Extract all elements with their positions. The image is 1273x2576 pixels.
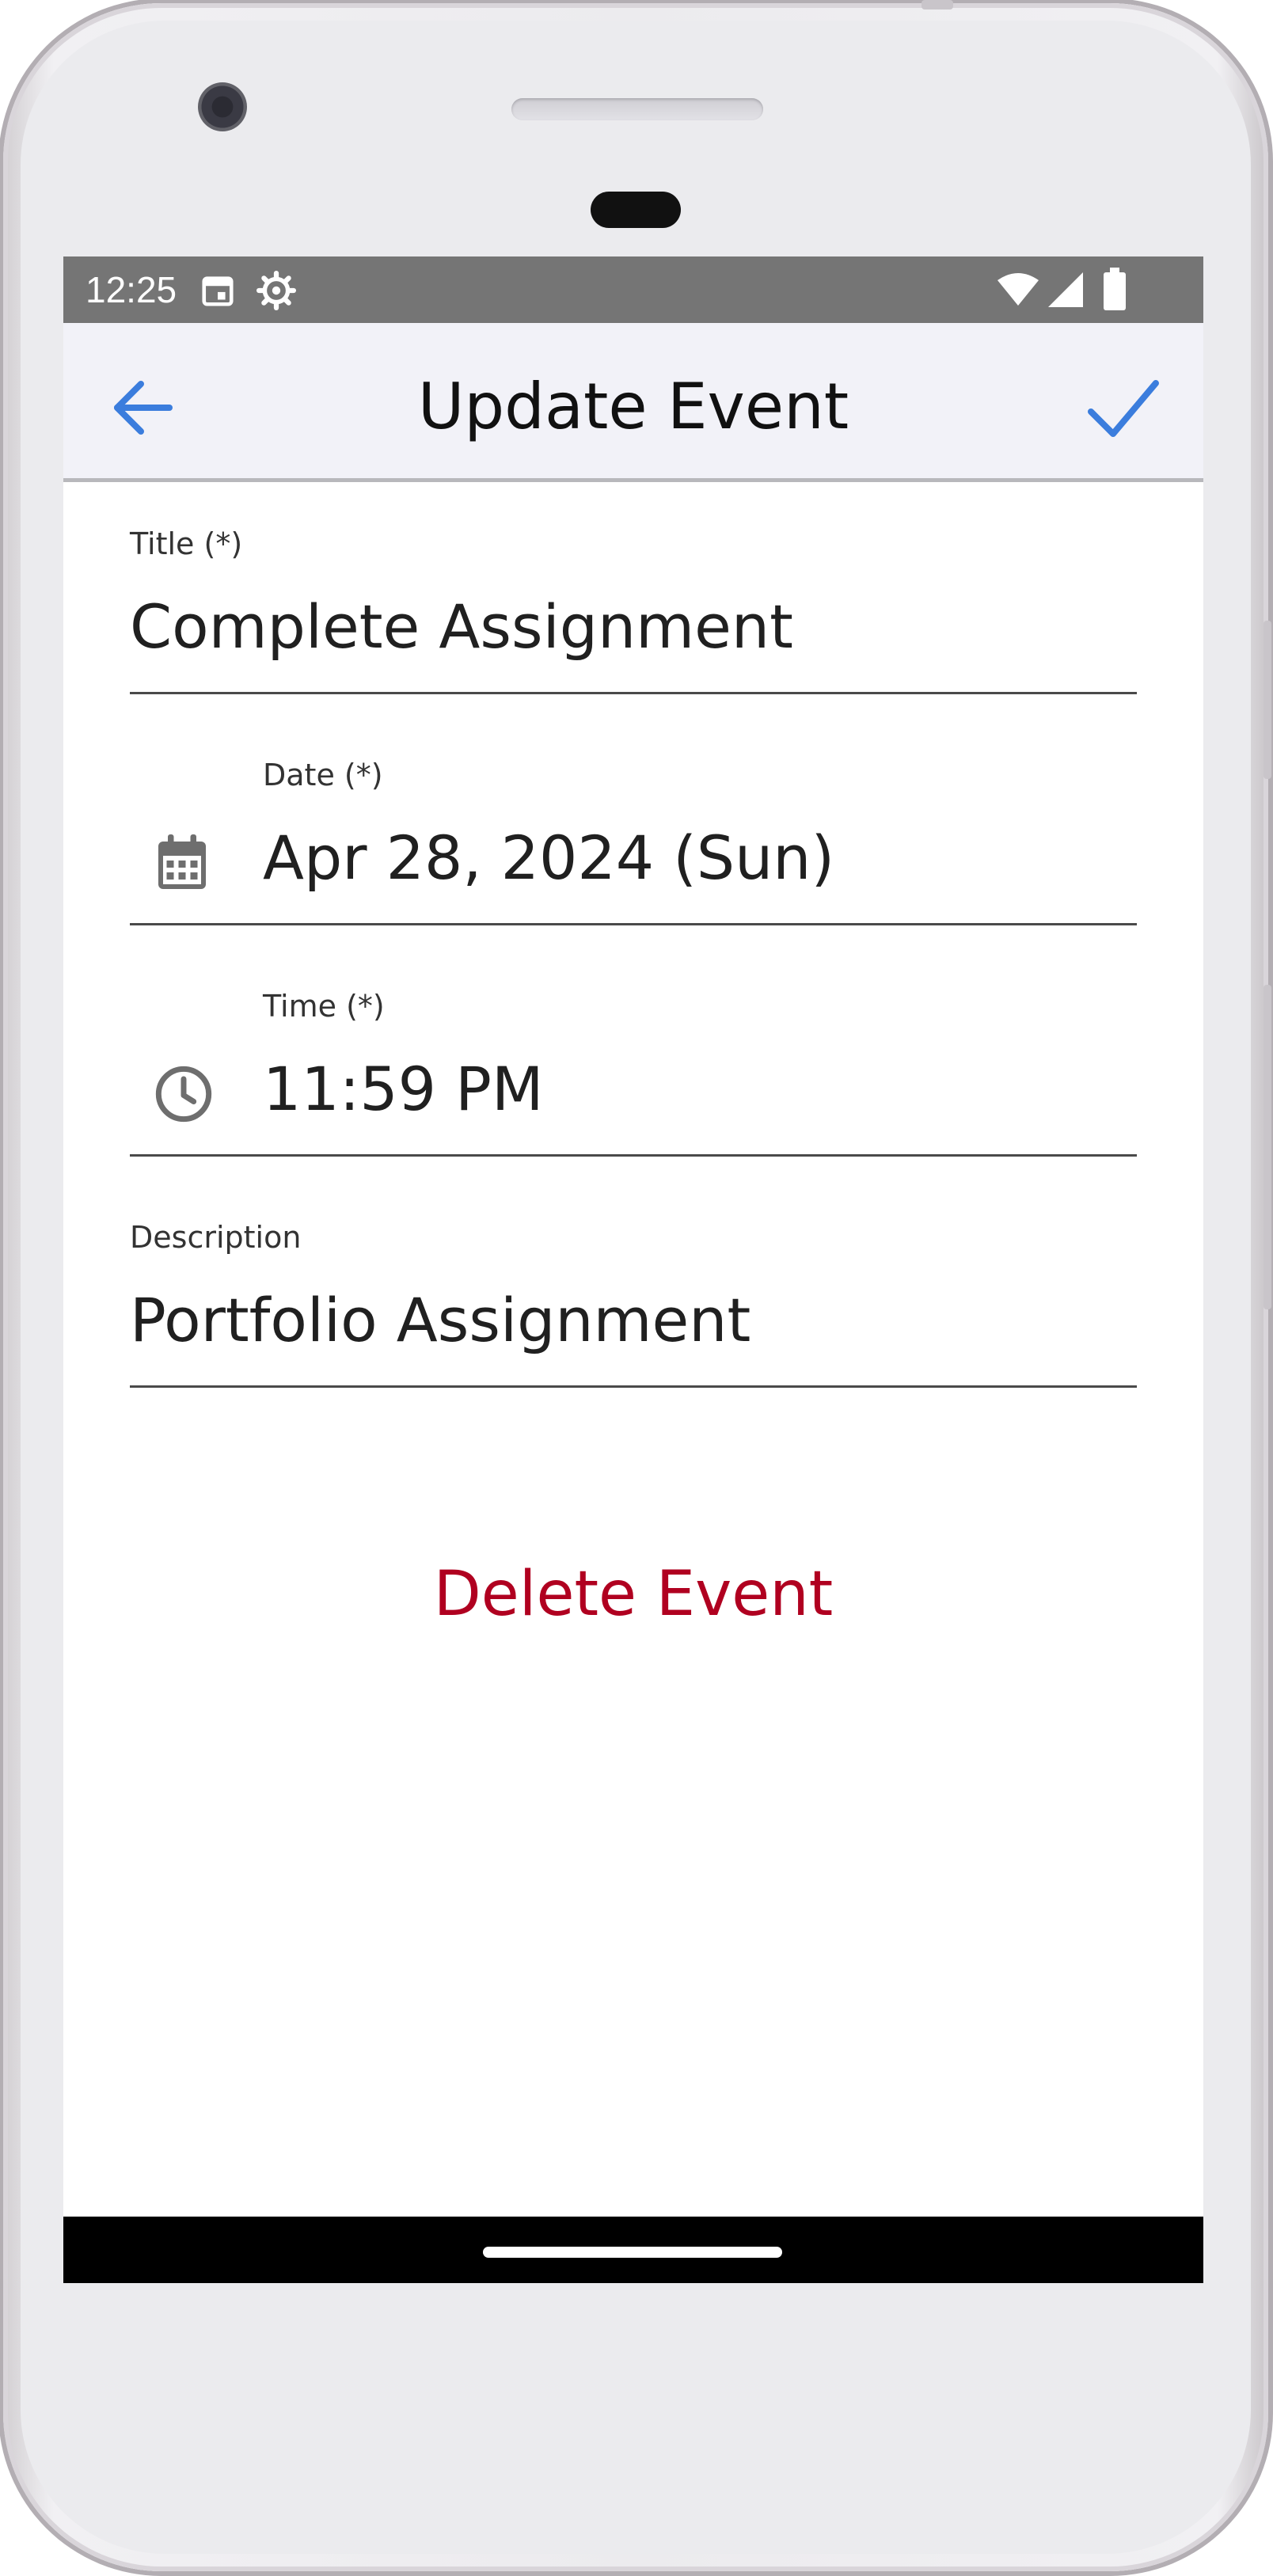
description-field[interactable]: Description Portfolio Assignment	[130, 1219, 1137, 1388]
time-label: Time (*)	[263, 989, 385, 1024]
signal-icon	[1048, 272, 1083, 307]
clock-icon[interactable]	[154, 1064, 214, 1124]
front-camera	[198, 82, 247, 131]
calendar-icon[interactable]	[154, 831, 211, 895]
page-title: Update Event	[417, 370, 849, 443]
date-field[interactable]: Date (*) Apr 28, 2024 (Sun)	[130, 757, 1137, 925]
home-gesture-handle[interactable]	[483, 2247, 782, 2258]
proximity-sensor	[591, 192, 681, 228]
app-screen: 12:25 Update Event Title (*) Complete As…	[63, 256, 1203, 2283]
status-time: 12:25	[86, 269, 177, 310]
top-button	[922, 0, 953, 9]
navigation-bar	[63, 2217, 1203, 2283]
check-icon	[1088, 380, 1159, 437]
power-button	[1264, 621, 1271, 779]
title-field[interactable]: Title (*) Complete Assignment	[130, 526, 1137, 694]
title-input[interactable]: Complete Assignment	[130, 589, 793, 665]
volume-button	[1264, 985, 1271, 1309]
time-value[interactable]: 11:59 PM	[263, 1051, 544, 1127]
earpiece-speaker	[511, 98, 763, 120]
battery-icon	[1104, 268, 1126, 310]
app-bar: Update Event	[63, 323, 1203, 482]
wifi-icon	[998, 273, 1039, 306]
title-label: Title (*)	[130, 526, 243, 561]
settings-icon	[256, 271, 296, 310]
save-button[interactable]	[1080, 364, 1167, 451]
description-label: Description	[130, 1220, 302, 1255]
status-bar: 12:25	[63, 256, 1203, 323]
time-field[interactable]: Time (*) 11:59 PM	[130, 988, 1137, 1157]
description-input[interactable]: Portfolio Assignment	[130, 1282, 750, 1358]
date-label: Date (*)	[263, 758, 383, 792]
delete-event-button[interactable]: Delete Event	[63, 1555, 1203, 1634]
calendar-icon	[202, 276, 234, 306]
date-value[interactable]: Apr 28, 2024 (Sun)	[263, 820, 834, 896]
